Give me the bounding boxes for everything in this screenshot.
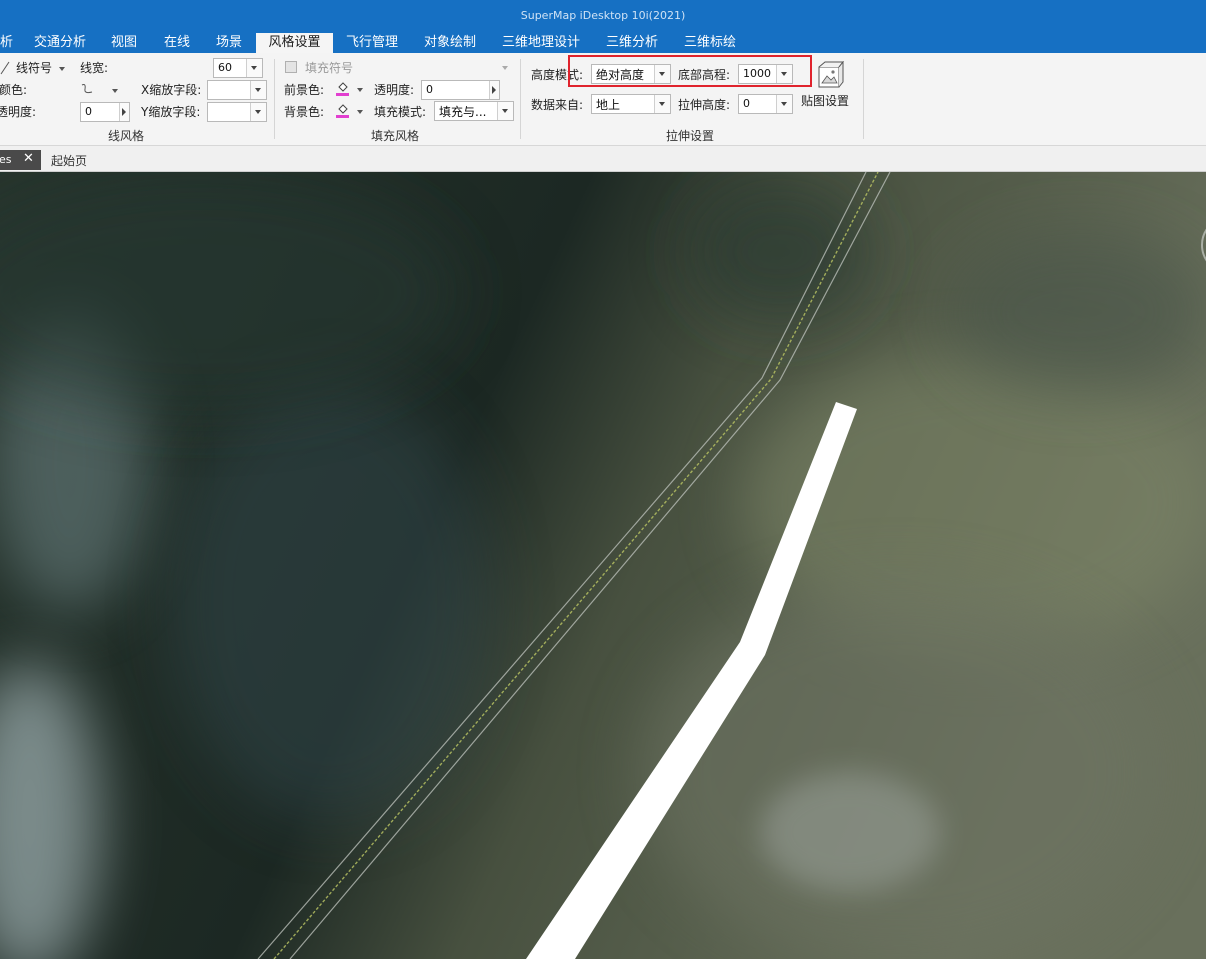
extrude-height-label: 拉伸高度: (678, 98, 731, 112)
group-divider (274, 59, 275, 139)
extrude-group-label: 拉伸设置 (666, 129, 715, 143)
fore-color-swatch (336, 93, 349, 96)
paint-bucket-icon (338, 82, 348, 92)
tab-3d-geo-design[interactable]: 三维地理设计 (502, 33, 580, 53)
chevron-down-icon[interactable] (246, 59, 262, 77)
window-title: SuperMap iDesktop 10i(2021) (520, 9, 686, 22)
texture-settings-label: 贴图设置 (801, 94, 850, 108)
line-symbol-button[interactable]: 线符号 (0, 59, 70, 77)
chevron-down-icon[interactable] (654, 95, 670, 113)
chevron-down-icon (59, 67, 65, 71)
chevron-down-icon (357, 110, 363, 114)
chevron-right-icon[interactable] (119, 103, 129, 121)
group-divider (863, 59, 864, 139)
texture-map-icon (818, 61, 844, 88)
doc-tab-scene[interactable]: es ✕ (0, 150, 41, 170)
fore-color-label: 前景色: (284, 83, 325, 97)
fill-symbol-checkbox[interactable]: 填充符号 (285, 60, 510, 76)
doc-tab-label: es (0, 153, 12, 166)
chevron-down-icon (112, 89, 118, 93)
line-color-label: 颜色: (0, 83, 28, 97)
tab-online[interactable]: 在线 (164, 33, 190, 53)
extrude-height-combo[interactable]: 0 (738, 94, 793, 114)
tab-style-settings[interactable]: 风格设置 (256, 33, 333, 53)
x-scale-field-combo[interactable] (207, 80, 267, 100)
back-color-label: 背景色: (284, 105, 325, 119)
line-transparency-label: 透明度: (0, 105, 37, 119)
tab-view[interactable]: 视图 (111, 33, 137, 53)
line-transparency-value: 0 (85, 105, 92, 118)
line-width-combo[interactable]: 60 (213, 58, 263, 78)
line-color-picker[interactable] (80, 81, 120, 99)
line-width-value: 60 (218, 61, 232, 74)
chevron-down-icon[interactable] (776, 95, 792, 113)
line-style-group-label: 线风格 (108, 129, 145, 143)
x-scale-field-label: X缩放字段: (141, 83, 202, 97)
tab-scene[interactable]: 场景 (216, 33, 242, 53)
group-divider (520, 59, 521, 139)
title-bar: SuperMap iDesktop 10i(2021) (0, 0, 1206, 33)
fill-transparency-label: 透明度: (374, 83, 415, 97)
y-scale-field-label: Y缩放字段: (141, 105, 201, 119)
checkbox-icon (285, 61, 297, 73)
tab-object-drawing[interactable]: 对象绘制 (424, 33, 476, 53)
line-symbol-label: 线符号 (16, 61, 53, 75)
fill-transparency-spinner[interactable]: 0 (421, 80, 500, 100)
tab-analysis-partial[interactable]: 析 (0, 33, 13, 53)
paint-bucket-icon (338, 104, 348, 114)
data-source-value: 地上 (596, 98, 621, 112)
back-color-swatch (336, 115, 349, 118)
fill-mode-value: 填充与... (439, 105, 487, 119)
document-tab-bar: es ✕ 起始页 (0, 146, 1206, 172)
chevron-down-icon (357, 88, 363, 92)
chevron-down-icon[interactable] (250, 103, 266, 121)
data-source-combo[interactable]: 地上 (591, 94, 671, 114)
tab-3d-plotting[interactable]: 三维标绘 (684, 33, 736, 53)
highlight-box (568, 55, 812, 87)
tab-traffic-analysis[interactable]: 交通分析 (34, 33, 86, 53)
close-icon[interactable]: ✕ (23, 151, 34, 166)
back-color-picker[interactable] (336, 102, 364, 120)
chevron-down-icon (502, 66, 508, 70)
line-color-icon (81, 84, 93, 94)
scene-viewport[interactable] (0, 172, 1206, 959)
line-transparency-spinner[interactable]: 0 (80, 102, 130, 122)
extrude-height-value: 0 (743, 97, 750, 110)
chevron-down-icon[interactable] (497, 102, 513, 120)
y-scale-field-combo[interactable] (207, 102, 267, 122)
doc-tab-start-page[interactable]: 起始页 (51, 152, 87, 169)
line-symbol-icon (0, 61, 10, 75)
data-source-label: 数据来自: (531, 98, 584, 112)
fill-mode-combo[interactable]: 填充与... (434, 101, 514, 121)
chevron-right-icon[interactable] (489, 81, 499, 99)
fill-symbol-label: 填充符号 (305, 61, 354, 75)
line-width-label: 线宽: (80, 61, 109, 75)
fill-style-group-label: 填充风格 (371, 129, 420, 143)
fill-transparency-value: 0 (426, 83, 433, 96)
tab-3d-analysis[interactable]: 三维分析 (606, 33, 658, 53)
ribbon-tab-bar: 析 交通分析 视图 在线 场景 风格设置 飞行管理 对象绘制 三维地理设计 三维… (0, 33, 1206, 53)
chevron-down-icon[interactable] (250, 81, 266, 99)
fore-color-picker[interactable] (336, 80, 364, 98)
tab-flight-management[interactable]: 飞行管理 (346, 33, 398, 53)
fill-mode-label: 填充模式: (374, 105, 427, 119)
